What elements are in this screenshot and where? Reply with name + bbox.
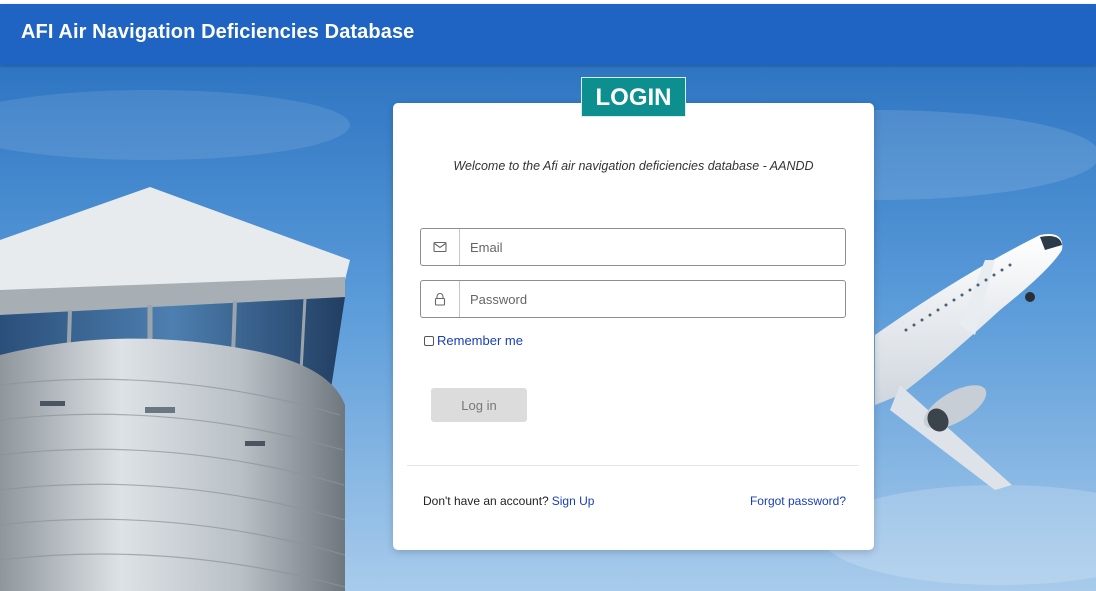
remember-me-checkbox[interactable] [424, 335, 434, 346]
email-input[interactable] [460, 229, 840, 265]
login-badge: LOGIN [581, 77, 686, 117]
app-title: AFI Air Navigation Deficiencies Database [21, 21, 415, 43]
login-button[interactable]: Log in [431, 388, 527, 422]
no-account-text: Don't have an account? [423, 494, 549, 508]
login-page: AFI Air Navigation Deficiencies Database… [0, 0, 1096, 591]
lock-icon [421, 281, 460, 317]
email-field[interactable] [420, 228, 846, 266]
mail-icon [421, 229, 460, 265]
control-tower [0, 187, 350, 591]
password-input[interactable] [460, 281, 840, 317]
signup-prompt: Don't have an account? Sign Up [423, 494, 594, 508]
forgot-password-link[interactable]: Forgot password? [750, 494, 846, 508]
password-field[interactable] [420, 280, 846, 318]
card-divider [407, 465, 859, 466]
welcome-message: Welcome to the Afi air navigation defici… [453, 159, 814, 173]
app-header: AFI Air Navigation Deficiencies Database [0, 4, 1096, 65]
remember-me-label[interactable]: Remember me [437, 333, 523, 348]
signup-link[interactable]: Sign Up [552, 494, 595, 508]
login-card: Welcome to the Afi air navigation defici… [393, 103, 874, 550]
remember-me[interactable]: Remember me [424, 333, 523, 348]
